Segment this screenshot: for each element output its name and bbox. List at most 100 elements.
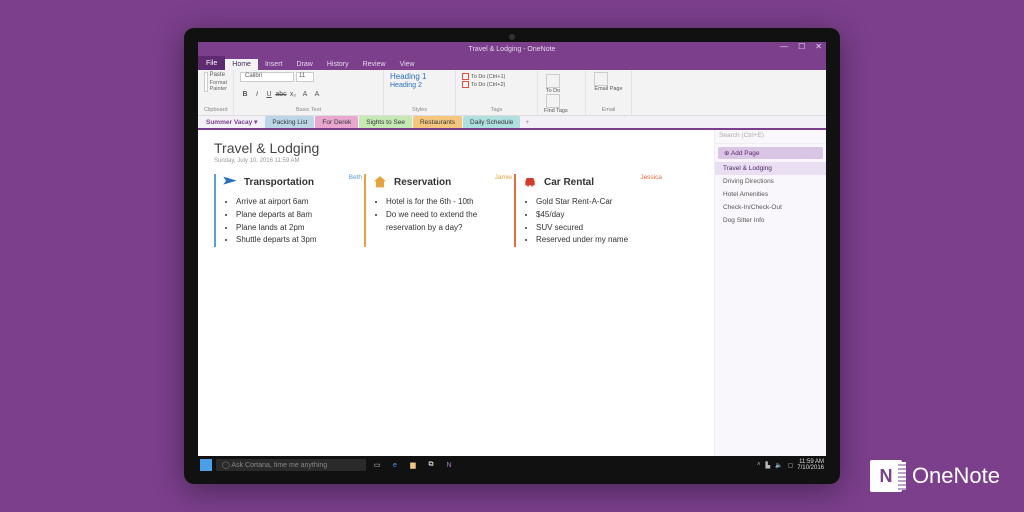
action-center-icon[interactable]: ▢ xyxy=(788,462,794,469)
list-item[interactable]: Shuttle departs at 3pm xyxy=(236,234,364,247)
section-tab[interactable]: Daily Schedule xyxy=(463,116,520,128)
bold-button[interactable]: B xyxy=(240,90,250,100)
list-item[interactable]: Plane departs at 8am xyxy=(236,209,364,222)
section-tab[interactable]: For Derek xyxy=(315,116,358,128)
tab-review[interactable]: Review xyxy=(356,59,393,70)
group-label-basic-text: Basic Text xyxy=(240,107,377,113)
tag-item-2[interactable]: To Do (Ctrl+2) xyxy=(462,81,531,88)
font-family-select[interactable]: Calibri xyxy=(240,72,294,82)
search-pages-input[interactable]: Search (Ctrl+E) xyxy=(715,130,826,144)
task-view-button[interactable]: ▭ xyxy=(370,458,384,472)
ribbon: Paste Format Painter Clipboard Calibri 1… xyxy=(198,70,826,116)
onenote-taskbar-icon[interactable]: N xyxy=(442,458,456,472)
tag-label-1: To Do (Ctrl+1) xyxy=(471,74,505,80)
author-tag: Jessica xyxy=(640,174,662,181)
tablet-device: Travel & Lodging - OneNote — ☐ ✕ File Ho… xyxy=(184,28,840,484)
note-list: Hotel is for the 6th - 10th Do we need t… xyxy=(386,196,514,234)
list-item[interactable]: Hotel is for the 6th - 10th xyxy=(386,196,514,209)
tab-history[interactable]: History xyxy=(320,59,356,70)
taskbar-clock[interactable]: 11:59 AM7/10/2016 xyxy=(797,459,824,471)
page-list-item[interactable]: Hotel Amenities xyxy=(715,188,826,201)
paste-button[interactable] xyxy=(204,72,208,92)
highlight-button[interactable]: A xyxy=(312,90,322,100)
network-icon[interactable]: ▙ xyxy=(766,462,771,469)
ribbon-tab-strip: File Home Insert Draw History Review Vie… xyxy=(198,56,826,70)
edge-icon[interactable]: e xyxy=(388,458,402,472)
strike-button[interactable]: abc xyxy=(276,90,286,100)
note-column-transportation: Beth Transportation Arrive at airport 6a… xyxy=(214,174,364,247)
ribbon-group-styles: Heading 1 Heading 2 Styles xyxy=(384,70,456,115)
start-button[interactable] xyxy=(200,459,212,471)
list-item[interactable]: Reserved under my name xyxy=(536,234,664,247)
font-size-select[interactable]: 11 xyxy=(296,72,314,82)
add-section-button[interactable]: + xyxy=(521,119,533,126)
list-item[interactable]: Do we need to extend the reservation by … xyxy=(386,209,514,235)
section-tab-bar: Summer Vacay ▾ Packing List For Derek Si… xyxy=(198,116,826,130)
chevron-up-icon[interactable]: ˄ xyxy=(757,462,761,468)
tab-view[interactable]: View xyxy=(393,59,422,70)
ribbon-group-clipboard: Paste Format Painter Clipboard xyxy=(198,70,234,115)
section-tab[interactable]: Sights to See xyxy=(359,116,412,128)
tab-home[interactable]: Home xyxy=(225,59,258,70)
windows-taskbar: ◯ Ask Cortana, time me anything ▭ e ▆ ⧉ … xyxy=(198,456,826,474)
column-heading: Car Rental xyxy=(544,177,594,188)
ribbon-group-tags: To Do (Ctrl+1) To Do (Ctrl+2) Tags xyxy=(456,70,538,115)
note-list: Gold Star Rent-A-Car $45/day SUV secured… xyxy=(536,196,664,247)
page-list-item[interactable]: Check-In/Check-Out xyxy=(715,201,826,214)
style-heading2[interactable]: Heading 2 xyxy=(390,82,449,89)
page-list-item[interactable]: Dog Sitter Info xyxy=(715,214,826,227)
tab-draw[interactable]: Draw xyxy=(289,59,319,70)
brand-mark: N OneNote xyxy=(870,460,1000,492)
list-item[interactable]: Arrive at airport 6am xyxy=(236,196,364,209)
list-item[interactable]: SUV secured xyxy=(536,222,664,235)
list-item[interactable]: Plane lands at 2pm xyxy=(236,222,364,235)
house-icon xyxy=(372,174,388,190)
page-list-item[interactable]: Travel & Lodging xyxy=(715,162,826,175)
add-page-button[interactable]: ⊕ Add Page xyxy=(718,147,823,159)
screen: Travel & Lodging - OneNote — ☐ ✕ File Ho… xyxy=(198,42,826,474)
file-tab[interactable]: File xyxy=(198,56,225,70)
list-item[interactable]: Gold Star Rent-A-Car xyxy=(536,196,664,209)
page-date: Sunday, July 10, 2016 11:59 AM xyxy=(214,158,698,164)
list-item[interactable]: $45/day xyxy=(536,209,664,222)
italic-button[interactable]: I xyxy=(252,90,262,100)
ribbon-group-email: Email Page Email xyxy=(586,70,632,115)
airplane-icon xyxy=(222,174,238,190)
brand-name: OneNote xyxy=(912,463,1000,489)
notebook-dropdown[interactable]: Summer Vacay ▾ xyxy=(198,118,265,126)
tab-insert[interactable]: Insert xyxy=(258,59,290,70)
file-explorer-icon[interactable]: ▆ xyxy=(406,458,420,472)
camera-icon xyxy=(509,34,515,40)
car-icon xyxy=(522,174,538,190)
page-list-item[interactable]: Driving Directions xyxy=(715,175,826,188)
note-column-reservation: Jamie Reservation Hotel is for the 6th -… xyxy=(364,174,514,247)
window-maximize-button[interactable]: ☐ xyxy=(798,42,805,51)
style-heading1[interactable]: Heading 1 xyxy=(390,72,449,81)
find-tags-button[interactable] xyxy=(546,94,560,108)
format-painter-button[interactable]: Format Painter xyxy=(210,80,227,92)
underline-button[interactable]: U xyxy=(264,90,274,100)
cortana-search-input[interactable]: ◯ Ask Cortana, time me anything xyxy=(216,459,366,471)
group-label-clipboard: Clipboard xyxy=(204,107,227,113)
page-title[interactable]: Travel & Lodging xyxy=(214,140,698,156)
ribbon-group-basic-text: Calibri 11 B I U abc x₂ A A Basic Text xyxy=(234,70,384,115)
window-close-button[interactable]: ✕ xyxy=(815,42,822,51)
font-color-button[interactable]: A xyxy=(300,90,310,100)
email-page-label: Email Page xyxy=(592,86,625,92)
subscript-button[interactable]: x₂ xyxy=(288,90,298,100)
paste-label: Paste xyxy=(210,72,227,78)
checkbox-icon xyxy=(462,81,469,88)
checkbox-icon xyxy=(462,73,469,80)
tag-item-1[interactable]: To Do (Ctrl+1) xyxy=(462,73,531,80)
volume-icon[interactable]: 🔈 xyxy=(775,462,782,469)
store-icon[interactable]: ⧉ xyxy=(424,458,438,472)
tag-label-2: To Do (Ctrl+2) xyxy=(471,82,505,88)
section-tab[interactable]: Restaurants xyxy=(413,116,462,128)
email-page-button[interactable] xyxy=(594,72,608,86)
section-tab[interactable]: Packing List xyxy=(265,116,314,128)
todo-tag-button[interactable] xyxy=(546,74,560,88)
group-label-email: Email xyxy=(592,107,625,113)
note-canvas[interactable]: Travel & Lodging Sunday, July 10, 2016 1… xyxy=(198,130,714,456)
window-minimize-button[interactable]: — xyxy=(780,42,788,51)
system-tray[interactable]: ˄ ▙ 🔈 ▢ xyxy=(757,462,793,469)
